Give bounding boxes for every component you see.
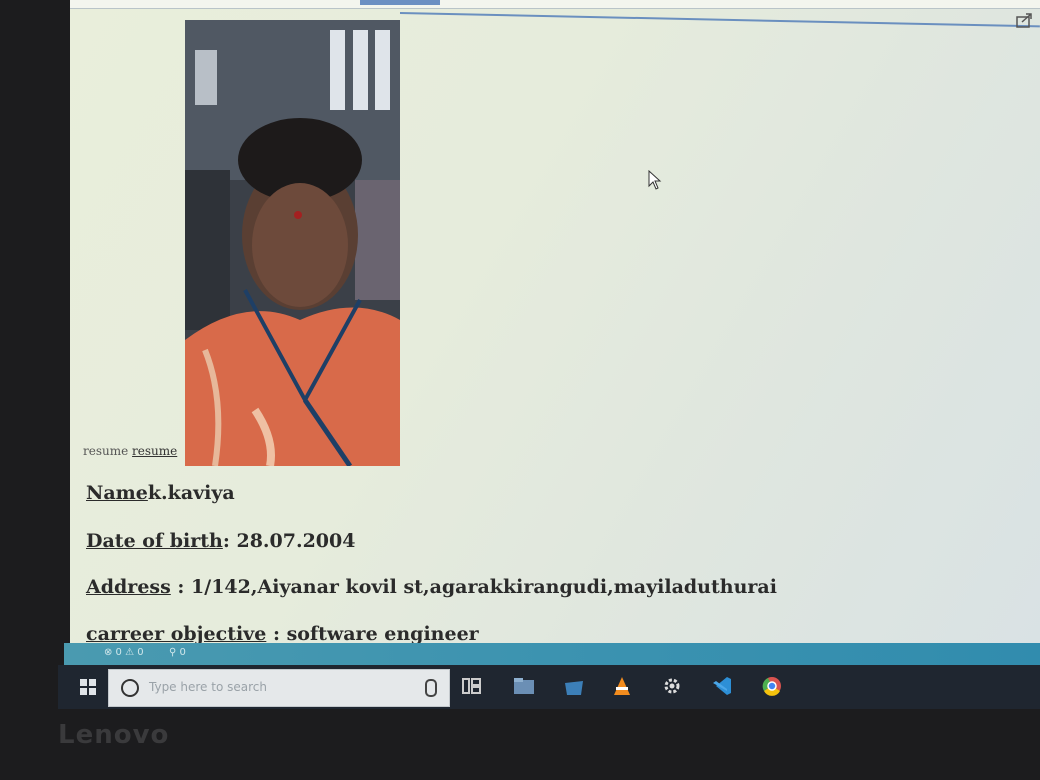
browser-top-bar bbox=[70, 0, 1040, 9]
file-explorer-icon[interactable] bbox=[512, 675, 536, 697]
dob-row: Date of birth: 28.07.2004 bbox=[86, 530, 355, 552]
chrome-icon[interactable] bbox=[760, 675, 784, 697]
editor-status-bar: ⊗ 0 ⚠ 0 ⚲ 0 bbox=[64, 643, 1040, 665]
alt-text-link[interactable]: resume bbox=[132, 444, 177, 458]
vscode-icon[interactable] bbox=[710, 675, 734, 697]
address-label: Address bbox=[86, 576, 171, 598]
microphone-icon[interactable] bbox=[425, 679, 437, 697]
task-view-icon[interactable] bbox=[460, 675, 484, 697]
name-row: Namek.kaviya bbox=[86, 482, 235, 504]
status-errors[interactable]: ⊗ 0 ⚠ 0 bbox=[104, 647, 144, 658]
windows-taskbar: Type here to search bbox=[58, 665, 1040, 709]
cursor-icon bbox=[648, 170, 662, 190]
dob-value: : 28.07.2004 bbox=[222, 530, 356, 552]
share-icon[interactable] bbox=[1016, 12, 1034, 28]
windows-icon[interactable] bbox=[80, 679, 96, 695]
objective-value: : software engineer bbox=[266, 623, 479, 645]
name-value: k.kaviya bbox=[147, 482, 235, 504]
taskbar-search-box[interactable]: Type here to search bbox=[108, 669, 450, 707]
address-value: : 1/142,Aiyanar kovil st,agarakkirangudi… bbox=[170, 576, 777, 598]
lenovo-logo: Lenovo bbox=[58, 720, 170, 750]
name-label: Name bbox=[86, 482, 148, 504]
objective-label: carreer objective bbox=[86, 623, 267, 645]
browser-viewport: resume resume Namek.kaviya Date of birth… bbox=[70, 0, 1040, 650]
store-icon[interactable] bbox=[562, 675, 586, 697]
search-placeholder: Type here to search bbox=[149, 680, 267, 694]
address-row: Address : 1/142,Aiyanar kovil st,agarakk… bbox=[86, 576, 777, 598]
objective-row: carreer objective : software engineer bbox=[86, 623, 479, 645]
image-alt-text: resume resume bbox=[83, 444, 177, 458]
active-tab-indicator[interactable] bbox=[360, 0, 440, 5]
divider-line bbox=[399, 12, 1040, 28]
alt-text-plain: resume bbox=[83, 444, 129, 458]
dob-label: Date of birth bbox=[86, 530, 223, 552]
settings-icon[interactable] bbox=[660, 675, 684, 697]
profile-photo bbox=[185, 20, 400, 466]
search-icon bbox=[121, 679, 139, 697]
vlc-icon[interactable] bbox=[610, 675, 634, 697]
status-ports[interactable]: ⚲ 0 bbox=[169, 647, 186, 658]
